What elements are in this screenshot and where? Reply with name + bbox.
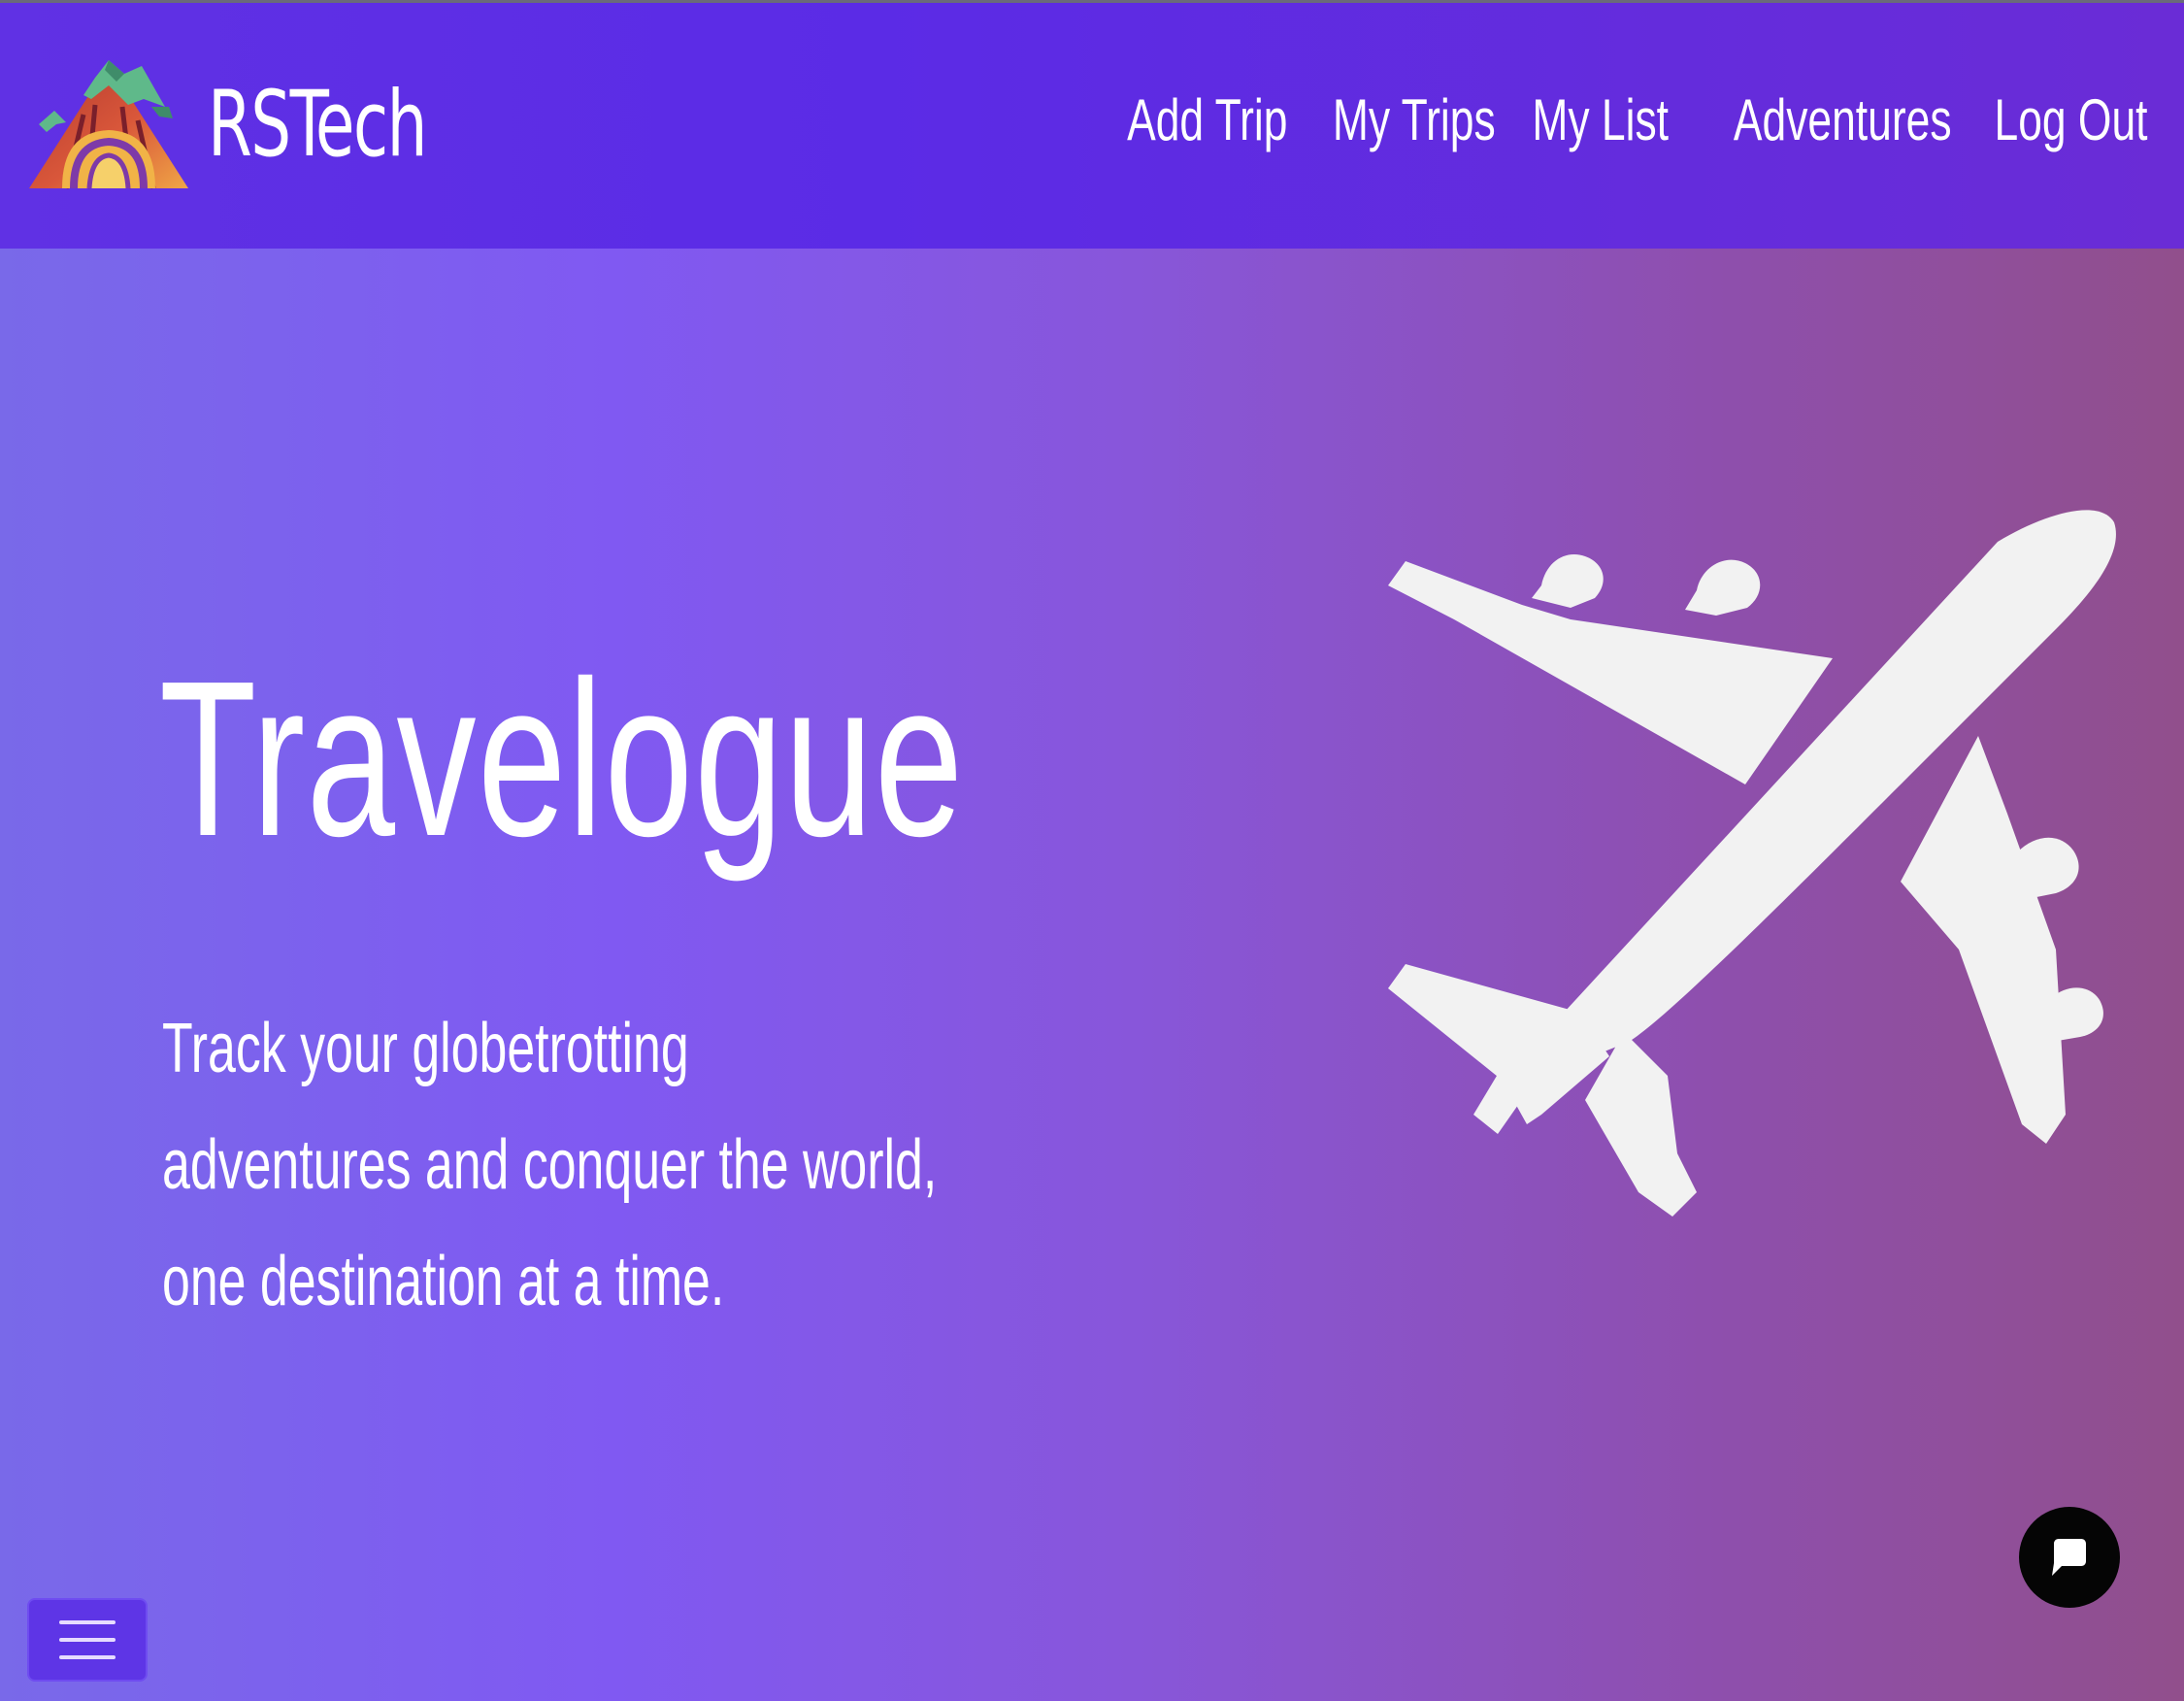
nav-link-add-trip[interactable]: Add Trip bbox=[1127, 86, 1287, 153]
airplane-icon bbox=[1388, 510, 2116, 1217]
hamburger-menu-icon-bar bbox=[59, 1638, 116, 1642]
top-navbar: RSTech Add Trip My Trips My List Adventu… bbox=[0, 0, 2184, 249]
hamburger-menu-icon bbox=[59, 1620, 116, 1624]
hamburger-menu-icon-bar bbox=[59, 1655, 116, 1659]
brand-home-link[interactable]: RSTech bbox=[27, 51, 487, 197]
page: RSTech Add Trip My Trips My List Adventu… bbox=[0, 0, 2184, 1701]
hamburger-menu-button[interactable] bbox=[27, 1598, 148, 1682]
mountain-tunnel-logo-icon bbox=[29, 60, 188, 189]
brand-name: RSTech bbox=[208, 71, 427, 178]
nav-link-log-out[interactable]: Log Out bbox=[1994, 86, 2147, 153]
nav-links: Add Trip My Trips My List Adventures Log… bbox=[1088, 86, 2147, 153]
chat-bubble-icon bbox=[2052, 1539, 2086, 1576]
nav-link-my-trips[interactable]: My Trips bbox=[1333, 86, 1496, 153]
chat-button[interactable] bbox=[2019, 1507, 2120, 1608]
nav-link-adventures[interactable]: Adventures bbox=[1734, 86, 1952, 153]
nav-link-my-list[interactable]: My List bbox=[1532, 86, 1669, 153]
hero-subtitle: Track your globetrotting adventures and … bbox=[162, 1010, 938, 1320]
hero-title: Travelogue bbox=[159, 636, 965, 883]
